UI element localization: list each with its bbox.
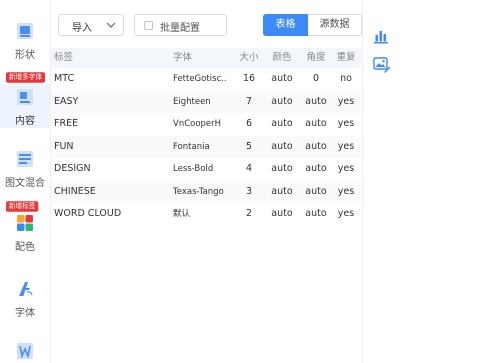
cell-font[interactable]: Eighteen bbox=[173, 91, 231, 113]
cell-font[interactable]: Texas-Tango bbox=[173, 181, 231, 203]
cell-angle[interactable]: auto bbox=[303, 136, 329, 158]
cell-label[interactable]: FREE bbox=[54, 113, 164, 135]
column-header[interactable]: 重复 bbox=[336, 48, 356, 68]
cell-repeat[interactable]: no bbox=[336, 68, 356, 90]
column-header[interactable]: 颜色 bbox=[269, 48, 295, 68]
sidebar-item-palette[interactable]: 配色 bbox=[0, 214, 50, 256]
cell-font[interactable]: FetteGotisc.. bbox=[173, 68, 231, 90]
cell-color[interactable]: auto bbox=[269, 181, 295, 203]
image-edit-icon[interactable] bbox=[373, 57, 391, 73]
table-row[interactable]: EASY Eighteen 7 auto auto yes bbox=[51, 90, 361, 113]
sidebar-item-label: 内容 bbox=[15, 116, 35, 127]
cell-label[interactable]: WORD CLOUD bbox=[54, 203, 164, 225]
batch-config-toggle[interactable]: 批量配置 bbox=[134, 14, 227, 36]
cell-font[interactable]: Fontania bbox=[173, 136, 231, 158]
cell-label[interactable]: DESIGN bbox=[54, 158, 164, 180]
cell-size[interactable]: 4 bbox=[239, 158, 259, 180]
view-switch: 表格 源数据 bbox=[263, 14, 362, 36]
cell-color[interactable]: auto bbox=[269, 203, 295, 225]
image-text-icon bbox=[17, 151, 33, 167]
cell-size[interactable]: 3 bbox=[239, 181, 259, 203]
cell-size[interactable]: 5 bbox=[239, 136, 259, 158]
table-row[interactable]: CHINESE Texas-Tango 3 auto auto yes bbox=[51, 180, 361, 203]
table-row[interactable]: DESIGN Less-Bold 4 auto auto yes bbox=[51, 158, 361, 181]
cell-repeat[interactable]: yes bbox=[336, 158, 356, 180]
sidebar-item-label: 字体 bbox=[15, 308, 35, 319]
sidebar-item-image-text[interactable]: 图文混合 bbox=[0, 150, 50, 192]
cell-font[interactable]: Less-Bold bbox=[173, 158, 231, 180]
cell-label[interactable]: CHINESE bbox=[54, 181, 164, 203]
cell-size[interactable]: 16 bbox=[239, 68, 259, 90]
chevron-down-icon bbox=[106, 22, 116, 28]
cell-size[interactable]: 7 bbox=[239, 91, 259, 113]
sidebar-item-shape[interactable]: 形状 bbox=[0, 22, 50, 64]
sidebar-item-label: 图文混合 bbox=[5, 178, 45, 189]
left-sidebar: 形状 新增多字体 内容 图文混合 新增标签 配色 字体 bbox=[0, 0, 51, 363]
cell-repeat[interactable]: yes bbox=[336, 181, 356, 203]
cell-repeat[interactable]: yes bbox=[336, 91, 356, 113]
font-icon bbox=[19, 282, 33, 296]
cell-color[interactable]: auto bbox=[269, 68, 295, 90]
batch-checkbox[interactable] bbox=[144, 21, 153, 30]
cell-angle[interactable]: auto bbox=[303, 91, 329, 113]
column-header[interactable]: 字体 bbox=[173, 48, 231, 68]
cell-label[interactable]: MTC bbox=[54, 68, 164, 90]
main-panel: 导入 批量配置 表格 源数据 标签 字体 大小 颜色 角度 重复 MTC Fet… bbox=[51, 0, 362, 363]
cell-color[interactable]: auto bbox=[269, 91, 295, 113]
cell-color[interactable]: auto bbox=[269, 113, 295, 135]
batch-config-label: 批量配置 bbox=[160, 23, 200, 34]
right-panel bbox=[362, 0, 500, 363]
cell-size[interactable]: 2 bbox=[239, 203, 259, 225]
new-badge: 新增标签 bbox=[6, 201, 39, 212]
new-badge: 新增多字体 bbox=[6, 72, 45, 83]
cell-font[interactable]: VnCooperH bbox=[173, 113, 231, 135]
column-header[interactable]: 大小 bbox=[239, 48, 259, 68]
sidebar-item-wordcloud[interactable] bbox=[0, 342, 50, 363]
table-row[interactable]: MTC FetteGotisc.. 16 auto 0 no bbox=[51, 68, 361, 91]
sidebar-item-label: 配色 bbox=[15, 242, 35, 253]
cell-label[interactable]: FUN bbox=[54, 136, 164, 158]
cell-color[interactable]: auto bbox=[269, 158, 295, 180]
content-icon bbox=[17, 89, 33, 105]
cell-color[interactable]: auto bbox=[269, 136, 295, 158]
column-header[interactable]: 标签 bbox=[54, 48, 164, 68]
bar-chart-icon[interactable] bbox=[373, 28, 389, 44]
cell-angle[interactable]: auto bbox=[303, 181, 329, 203]
cell-angle[interactable]: auto bbox=[303, 158, 329, 180]
shape-icon bbox=[17, 23, 33, 39]
cell-repeat[interactable]: yes bbox=[336, 136, 356, 158]
cell-repeat[interactable]: yes bbox=[336, 113, 356, 135]
cell-label[interactable]: EASY bbox=[54, 91, 164, 113]
cell-font[interactable]: 默认 bbox=[173, 203, 231, 225]
import-select[interactable]: 导入 bbox=[58, 14, 124, 36]
table-row[interactable]: FUN Fontania 5 auto auto yes bbox=[51, 135, 361, 158]
tab-table[interactable]: 表格 bbox=[263, 14, 308, 36]
column-header[interactable]: 角度 bbox=[303, 48, 329, 68]
cell-angle[interactable]: 0 bbox=[303, 68, 329, 90]
sidebar-item-content[interactable]: 内容 bbox=[0, 84, 50, 128]
toolbar: 导入 批量配置 表格 源数据 bbox=[58, 14, 362, 36]
import-label: 导入 bbox=[72, 23, 92, 34]
cell-repeat[interactable]: yes bbox=[336, 203, 356, 225]
palette-icon bbox=[17, 215, 33, 231]
tab-source-data[interactable]: 源数据 bbox=[308, 14, 362, 36]
table-row[interactable]: FREE VnCooperH 6 auto auto yes bbox=[51, 113, 361, 136]
wordcloud-icon bbox=[17, 343, 33, 359]
sidebar-item-font[interactable]: 字体 bbox=[0, 280, 50, 322]
cell-angle[interactable]: auto bbox=[303, 203, 329, 225]
cell-angle[interactable]: auto bbox=[303, 113, 329, 135]
cell-size[interactable]: 6 bbox=[239, 113, 259, 135]
table-row[interactable]: WORD CLOUD 默认 2 auto auto yes bbox=[51, 203, 361, 226]
table-header: 标签 字体 大小 颜色 角度 重复 bbox=[51, 48, 361, 68]
sidebar-item-label: 形状 bbox=[15, 50, 35, 61]
